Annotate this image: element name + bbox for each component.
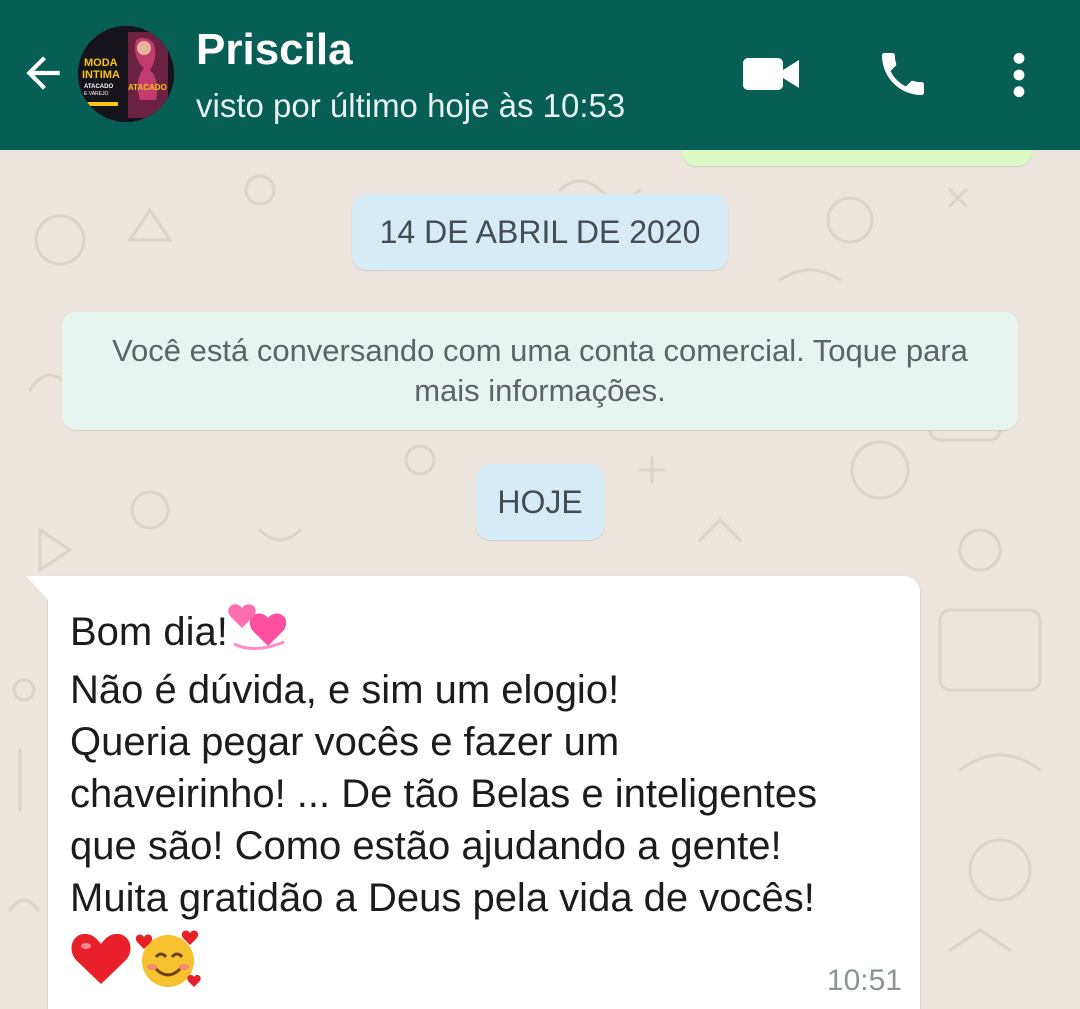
contact-avatar[interactable]: MODA INTIMA ATACADO E VAREJO ATACADO [78,26,174,122]
avatar-image: MODA INTIMA ATACADO E VAREJO ATACADO [78,26,174,122]
revolving-hearts-emoji [228,598,290,671]
smiling-face-with-hearts-emoji [135,927,202,996]
message-line: Queria pegar vocês e fazer um [70,720,620,764]
back-arrow-icon [26,56,60,90]
avatar-text-atacado: ATACADO [128,83,167,92]
video-call-icon [743,58,799,90]
phone-icon [882,53,924,95]
message-line: Bom dia! [70,598,290,671]
last-seen-status[interactable]: visto por último hoje às 10:53 [196,86,625,126]
avatar-text-varejo: E VAREJO [84,91,108,97]
message-line: Muita gratidão a Deus pela vida de vocês… [70,876,815,920]
back-button[interactable] [18,48,68,98]
message-text: Bom dia! [70,610,228,655]
avatar-text-atacado-small: ATACADO [84,84,113,90]
avatar-text-moda: MODA [84,57,118,69]
contact-name[interactable]: Priscila [196,24,353,76]
video-call-button[interactable] [736,46,806,102]
more-options-button[interactable] [996,46,1042,104]
previous-message-bubble[interactable] [682,150,1032,166]
message-line: que são! Como estão ajudando a gente! [70,824,782,868]
more-vert-icon [1013,52,1025,98]
emoji-row [70,928,202,994]
message-timestamp: 10:51 [826,964,902,997]
chat-header: MODA INTIMA ATACADO E VAREJO ATACADO Pri… [0,0,1080,150]
message-line: chaveirinho! ... De tão Belas e intelige… [70,772,818,816]
chat-area[interactable]: 14 DE ABRIL DE 2020 Você está conversand… [0,150,1080,1009]
red-heart-emoji [70,930,132,993]
business-account-notice[interactable]: Você está conversando com uma conta come… [62,312,1018,430]
incoming-message-bubble[interactable]: Bom dia! Não é dúvida, e sim um elogio! … [26,576,920,1009]
voice-call-button[interactable] [868,42,938,106]
avatar-text-intima: INTIMA [82,69,120,81]
today-separator: HOJE [476,464,604,540]
bubble-tail [26,576,50,602]
business-account-notice-text: Você está conversando com uma conta come… [112,333,968,408]
message-line: Não é dúvida, e sim um elogio! [70,668,620,712]
date-separator: 14 DE ABRIL DE 2020 [352,194,728,270]
